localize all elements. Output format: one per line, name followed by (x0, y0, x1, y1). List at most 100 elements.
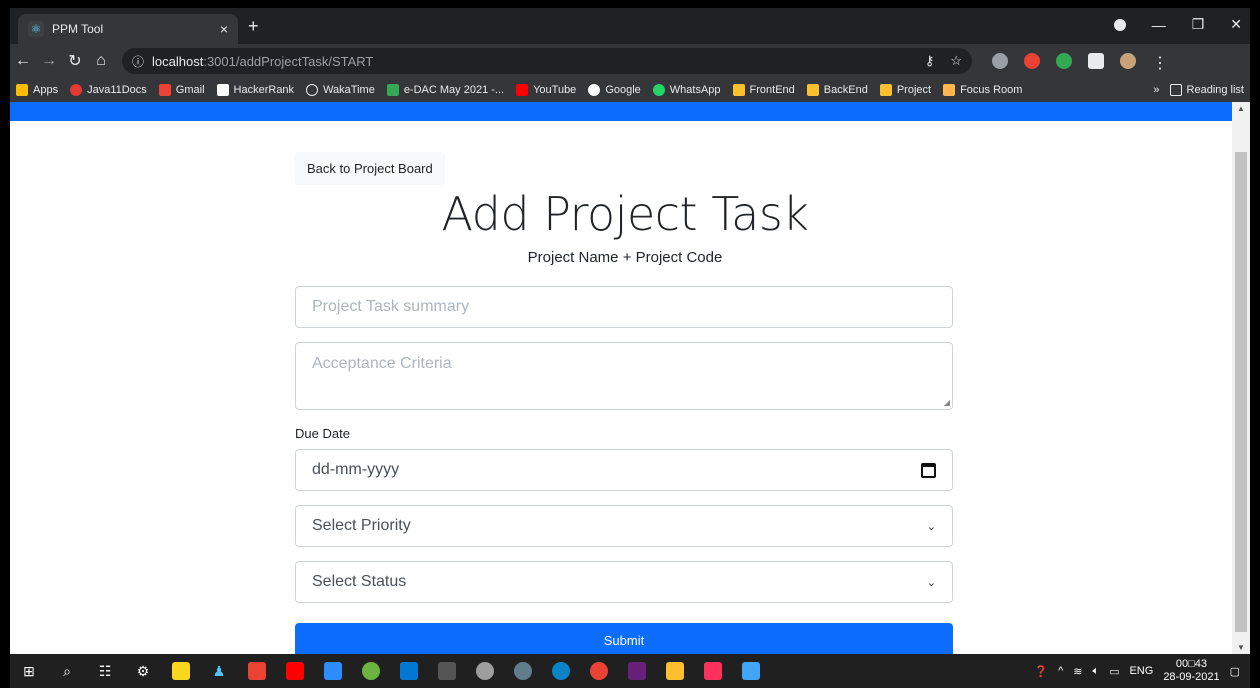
star-icon[interactable]: ☆ (950, 53, 962, 69)
app-icon[interactable] (476, 662, 494, 680)
home-icon[interactable]: ⌂ (88, 52, 114, 70)
zoom-icon[interactable] (324, 662, 342, 680)
notes-icon[interactable] (742, 662, 760, 680)
gmail-icon (158, 84, 171, 96)
address-bar[interactable]: ⓘ localhost :3001/addProjectTask/START ⚷… (122, 48, 972, 74)
volume-icon[interactable]: 🔈︎ (1092, 665, 1099, 678)
bookmark-focus-room[interactable]: Focus Room (943, 84, 1022, 96)
settings-gear-icon[interactable]: ⚙ (134, 662, 152, 680)
restore-icon[interactable]: ❐ (1192, 16, 1205, 33)
url-host: localhost (152, 53, 204, 69)
criteria-placeholder: Acceptance Criteria (312, 355, 452, 372)
terminal-icon[interactable] (438, 662, 456, 680)
close-tab-icon[interactable]: × (220, 21, 228, 37)
drive-icon (386, 84, 399, 96)
due-date-input[interactable]: dd-mm-yyyy (295, 449, 953, 491)
tab-strip: ⚛ PPM Tool × + — ❐ ✕ (10, 8, 1250, 44)
reading-list-button[interactable]: Reading list (1169, 84, 1244, 96)
key-icon[interactable]: ⚷ (925, 53, 935, 69)
intellij-icon[interactable] (704, 662, 722, 680)
bookmark-youtube[interactable]: YouTube (516, 84, 576, 96)
extension-icon[interactable] (1024, 53, 1040, 69)
bookmark-project[interactable]: Project (879, 84, 931, 96)
menu-icon[interactable]: ⋮ (1152, 53, 1168, 72)
scroll-down-icon[interactable]: ▼ (1237, 643, 1245, 652)
bookmark-whatsapp[interactable]: WhatsApp (652, 84, 721, 96)
sticky-notes-icon[interactable] (172, 662, 190, 680)
calendar-icon[interactable] (921, 462, 936, 478)
bookmark-wakatime[interactable]: WakaTime (306, 84, 375, 96)
priority-value: Select Priority (312, 517, 411, 534)
browser-tab[interactable]: ⚛ PPM Tool × (18, 14, 238, 44)
bookmark-frontend[interactable]: FrontEnd (732, 84, 795, 96)
app-navbar (10, 102, 1232, 121)
due-date-value: dd-mm-yyyy (312, 461, 400, 478)
people-icon[interactable]: ♟ (210, 662, 228, 680)
bookmark-apps[interactable]: Apps (16, 84, 58, 96)
status-value: Select Status (312, 573, 407, 590)
tab-title: PPM Tool (52, 22, 104, 36)
back-to-board-button[interactable]: Back to Project Board (295, 152, 445, 185)
new-tab-button[interactable]: + (248, 16, 259, 37)
page-title: Add Project Task (441, 187, 809, 241)
acceptance-criteria-textarea[interactable]: Acceptance Criteria ◢ (295, 342, 953, 410)
bookmark-java11docs[interactable]: Java11Docs (70, 84, 147, 96)
notification-icon[interactable]: ▢ (1230, 665, 1240, 678)
browser-toolbar: ← → ↻ ⌂ ⓘ localhost :3001/addProjectTask… (10, 44, 1250, 78)
bookmark-backend[interactable]: BackEnd (806, 84, 868, 96)
add-task-form: Back to Project Board Add Project Task P… (295, 152, 955, 654)
windows-start-icon[interactable]: ⊞ (20, 662, 38, 680)
chevron-down-icon: ⌄ (926, 576, 936, 589)
visual-studio-icon[interactable] (628, 662, 646, 680)
submit-button[interactable]: Submit (295, 623, 953, 654)
app-icon[interactable] (514, 662, 532, 680)
clock-date: 28-09-2021 (1163, 671, 1220, 683)
more-bookmarks-icon[interactable]: » (1153, 84, 1159, 96)
bookmark-google[interactable]: Google (588, 84, 641, 96)
reading-list-icon (1169, 84, 1182, 96)
task-view-icon[interactable]: ☷ (96, 662, 114, 680)
wakatime-icon (306, 84, 319, 96)
extension-icon[interactable] (992, 53, 1008, 69)
extension-icon[interactable] (1056, 53, 1072, 69)
scroll-up-icon[interactable]: ▲ (1237, 104, 1245, 113)
bookmark-edac[interactable]: e-DAC May 2021 -... (386, 84, 504, 96)
summary-input[interactable]: Project Task summary (295, 286, 953, 328)
forward-arrow-icon[interactable]: → (36, 52, 62, 70)
file-explorer-icon[interactable] (666, 662, 684, 680)
language-indicator[interactable]: ENG (1129, 665, 1153, 677)
scroll-thumb[interactable] (1235, 152, 1247, 632)
search-icon[interactable]: ⌕ (58, 662, 76, 680)
edge-icon[interactable] (552, 662, 570, 680)
chevron-up-icon[interactable]: ^ (1058, 665, 1063, 677)
youtube-taskbar-icon[interactable] (286, 662, 304, 680)
info-icon[interactable]: ⓘ (132, 53, 144, 70)
status-select[interactable]: Select Status ⌄ (295, 561, 953, 603)
battery-icon[interactable]: ▭ (1109, 665, 1119, 678)
windows-taskbar: ⊞ ⌕ ☷ ⚙ ♟ ❓ ^ ≋ 🔈︎ ▭ ENG 00□43 28-09-202… (10, 654, 1250, 688)
resize-handle-icon[interactable]: ◢ (944, 398, 950, 407)
clock[interactable]: 00□43 28-09-2021 (1163, 658, 1219, 684)
chrome-icon[interactable] (590, 662, 608, 680)
bookmark-hackerrank[interactable]: HackerRank (216, 84, 294, 96)
url-path: :3001/addProjectTask/START (203, 53, 374, 69)
close-window-icon[interactable]: ✕ (1230, 16, 1242, 33)
reload-icon[interactable]: ↻ (62, 51, 88, 71)
hackerrank-icon (216, 84, 229, 96)
page-subtitle: Project Name + Project Code (527, 249, 723, 266)
clock-time: 00□43 (1175, 658, 1208, 670)
spring-tool-icon[interactable] (362, 662, 380, 680)
vscode-icon[interactable] (400, 662, 418, 680)
priority-select[interactable]: Select Priority ⌄ (295, 505, 953, 547)
puzzle-icon[interactable] (1088, 53, 1104, 69)
due-date-label: Due Date (295, 426, 350, 441)
help-icon[interactable]: ❓ (1034, 665, 1048, 678)
bookmark-gmail[interactable]: Gmail (158, 84, 205, 96)
gmail-taskbar-icon[interactable] (248, 662, 266, 680)
profile-avatar[interactable] (1120, 53, 1136, 69)
record-icon[interactable] (1113, 18, 1126, 31)
back-arrow-icon[interactable]: ← (10, 52, 36, 70)
page-scrollbar[interactable]: ▲ ▼ (1232, 102, 1250, 654)
minimize-icon[interactable]: — (1152, 17, 1166, 33)
wifi-icon[interactable]: ≋ (1073, 665, 1082, 678)
